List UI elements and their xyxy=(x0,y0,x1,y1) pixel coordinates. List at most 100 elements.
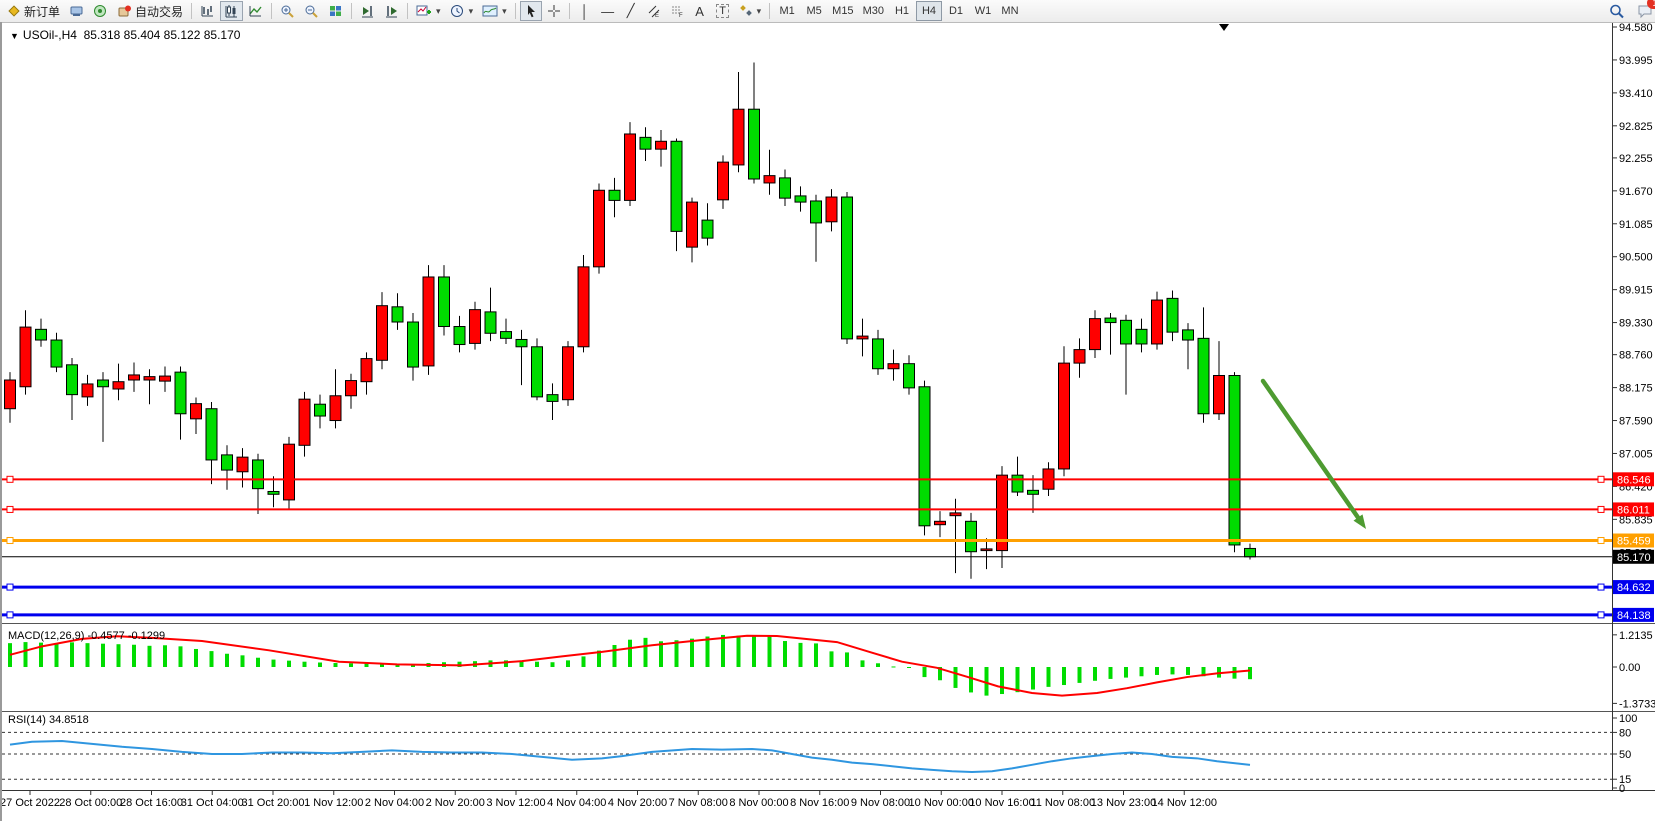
auto-scroll-button[interactable] xyxy=(356,1,379,21)
indicators-caret-icon: ▾ xyxy=(436,6,441,17)
periods-button[interactable]: ▾ xyxy=(446,1,478,21)
candle-down xyxy=(315,404,326,416)
signals-button[interactable] xyxy=(89,1,112,21)
macd-histogram-bar xyxy=(272,660,276,667)
tf-d1-button[interactable]: D1 xyxy=(943,1,969,21)
candle-up xyxy=(1074,350,1085,364)
time-tick-label: 14 Nov 12:00 xyxy=(1152,797,1217,809)
macd-histogram-bar xyxy=(628,640,632,667)
cursor-tool-button[interactable] xyxy=(520,1,542,21)
crosshair-tool-button[interactable] xyxy=(543,1,565,21)
indicators-button[interactable]: ▾ xyxy=(412,1,445,21)
publish-button[interactable] xyxy=(65,1,88,21)
line-handle[interactable] xyxy=(7,612,13,618)
tf-m30-button[interactable]: M30 xyxy=(859,1,888,21)
macd-histogram-bar xyxy=(861,660,865,667)
candle-down xyxy=(966,521,977,551)
horizontal-line-tool-button[interactable]: — xyxy=(597,1,619,21)
macd-histogram-bar xyxy=(768,637,772,667)
text-label-tool-button[interactable]: T xyxy=(712,1,734,21)
symbol-dropdown-icon[interactable]: ▼ xyxy=(10,31,19,41)
candle-up xyxy=(129,375,140,380)
price-tick-label: 87.005 xyxy=(1619,448,1653,460)
line-handle[interactable] xyxy=(7,506,13,512)
candle-down xyxy=(51,340,62,367)
candle-down xyxy=(222,455,233,470)
tf-h1-button[interactable]: H1 xyxy=(889,1,915,21)
line-handle[interactable] xyxy=(1598,612,1604,618)
price-tick-label: 92.255 xyxy=(1619,153,1653,165)
toolbar-separator xyxy=(769,3,770,19)
macd-histogram-bar xyxy=(1078,667,1082,683)
tf-m1-button[interactable]: M1 xyxy=(774,1,800,21)
vertical-line-tool-button[interactable]: │ xyxy=(574,1,596,21)
tf-mn-button[interactable]: MN xyxy=(997,1,1023,21)
candle-down xyxy=(532,347,543,397)
arrows-tool-button[interactable]: ▾ xyxy=(735,1,766,21)
time-tick-label: 9 Nov 08:00 xyxy=(851,797,910,809)
price-line-label: 86.011 xyxy=(1617,504,1650,516)
macd-indicator-label: MACD(12,26,9) -0.4577 -0.1299 xyxy=(8,630,165,642)
text-tool-button[interactable]: A xyxy=(689,1,711,21)
candle-up xyxy=(361,359,372,382)
macd-histogram-bar xyxy=(303,662,307,667)
candle-down xyxy=(253,460,264,489)
candle-up xyxy=(144,377,155,380)
candle-up xyxy=(625,134,636,200)
chart-canvas[interactable]: 94.58093.99593.41092.82592.25591.67091.0… xyxy=(2,22,1655,821)
tf-h4-button[interactable]: H4 xyxy=(916,1,942,21)
channel-tool-button[interactable]: E xyxy=(643,1,665,21)
macd-histogram-bar xyxy=(706,637,710,667)
candle-up xyxy=(764,176,775,183)
notifications-button[interactable]: 1 xyxy=(1633,1,1655,21)
macd-histogram-bar xyxy=(845,652,849,667)
tile-windows-button[interactable] xyxy=(324,1,347,21)
time-tick-label: 27 Oct 2022 xyxy=(2,797,60,809)
candle-down xyxy=(1198,338,1209,413)
candle-down xyxy=(919,387,930,526)
candlestick-chart-button[interactable] xyxy=(220,1,243,21)
candle-up xyxy=(687,202,698,247)
macd-histogram-bar xyxy=(1062,667,1066,685)
candle-down xyxy=(640,137,651,149)
search-button[interactable] xyxy=(1605,1,1629,21)
macd-histogram-bar xyxy=(132,645,136,667)
line-handle[interactable] xyxy=(1598,538,1604,544)
zoom-out-button[interactable] xyxy=(300,1,323,21)
candle-down xyxy=(67,365,78,395)
auto-scroll-icon xyxy=(360,4,375,18)
trend-arrow-line[interactable] xyxy=(1263,381,1358,518)
line-handle[interactable] xyxy=(7,584,13,590)
auto-trading-button[interactable]: 自动交易 xyxy=(113,1,187,21)
trendline-tool-button[interactable]: ╱ xyxy=(620,1,642,21)
zoom-in-icon xyxy=(280,4,295,18)
fibonacci-tool-button[interactable]: F xyxy=(666,1,688,21)
templates-button[interactable]: ▾ xyxy=(478,1,511,21)
candle-down xyxy=(702,220,713,238)
line-handle[interactable] xyxy=(7,538,13,544)
main-toolbar: 新订单 自动交易 xyxy=(0,0,1655,23)
chart-shift-marker[interactable] xyxy=(1219,24,1229,31)
tf-m15-button[interactable]: M15 xyxy=(828,1,857,21)
chart-shift-button[interactable] xyxy=(380,1,403,21)
line-handle[interactable] xyxy=(1598,476,1604,482)
price-line-label: 85.170 xyxy=(1617,552,1651,564)
line-handle[interactable] xyxy=(1598,506,1604,512)
search-icon xyxy=(1609,4,1625,19)
line-chart-button[interactable] xyxy=(244,1,267,21)
candle-down xyxy=(1245,548,1256,556)
tf-m5-button[interactable]: M5 xyxy=(801,1,827,21)
zoom-in-button[interactable] xyxy=(276,1,299,21)
tf-w1-button[interactable]: W1 xyxy=(970,1,996,21)
bar-chart-button[interactable] xyxy=(196,1,219,21)
candle-up xyxy=(888,364,899,369)
time-tick-label: 13 Nov 23:00 xyxy=(1091,797,1156,809)
line-handle[interactable] xyxy=(1598,584,1604,590)
price-tick-label: 88.175 xyxy=(1619,383,1653,395)
new-order-button[interactable]: 新订单 xyxy=(3,1,64,21)
vertical-line-icon: │ xyxy=(581,4,589,19)
line-handle[interactable] xyxy=(7,476,13,482)
time-tick-label: 3 Nov 12:00 xyxy=(486,797,545,809)
macd-histogram-bar xyxy=(876,663,880,667)
candle-up xyxy=(1152,300,1163,344)
